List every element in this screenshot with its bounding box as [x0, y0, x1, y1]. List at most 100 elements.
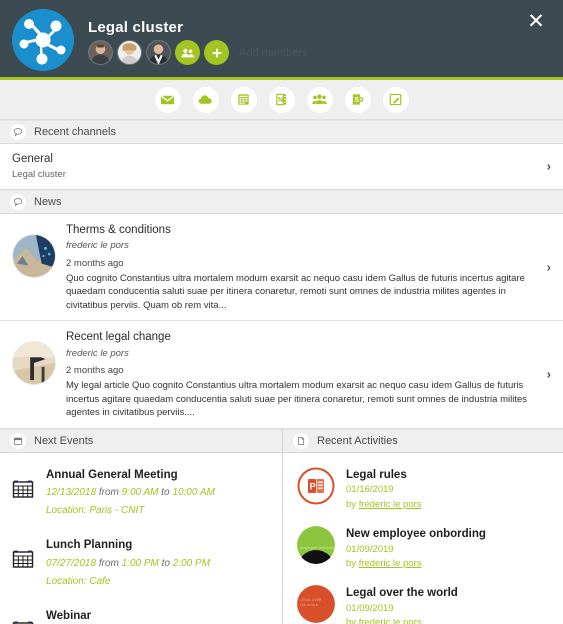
event-start: 9:00 AM — [121, 486, 159, 498]
calendar-icon — [12, 467, 36, 522]
calendar-icon — [12, 537, 36, 592]
view-members-button[interactable] — [175, 40, 200, 65]
calendar-grid-icon[interactable] — [230, 86, 257, 113]
event-time: 12/13/2018 from 9:00 AM to 10:00 AM — [46, 484, 272, 502]
activity-title: New employee onbording — [346, 527, 486, 540]
next-events-list: Annual General Meeting 12/13/2018 from 9… — [0, 452, 282, 624]
news-header: News — [0, 189, 563, 214]
activity-item[interactable]: LEGAL OVER THE WORLD Legal over the world… — [283, 585, 563, 624]
member-avatar-row: Add members — [88, 40, 307, 65]
event-location: Location: Cafe — [46, 576, 111, 588]
member-avatar-1[interactable] — [88, 40, 113, 65]
from-word: from — [98, 557, 119, 569]
section-label: News — [34, 195, 62, 208]
by-word: by — [346, 498, 357, 510]
news-thumbnail — [12, 233, 56, 278]
news-author: frederic le pors — [66, 347, 129, 359]
event-item[interactable]: Annual General Meeting 12/13/2018 from 9… — [0, 467, 282, 538]
calendar-icon — [10, 432, 26, 449]
document-icon — [293, 432, 309, 449]
event-item[interactable]: Webinar 04/10/2018 from 11:00 AM to 10:5… — [0, 608, 282, 624]
recent-activities-list: P Legal rules 01/16/2019 by frederic le … — [283, 452, 563, 624]
activity-date: 01/09/2019 — [346, 543, 394, 555]
news-excerpt: Quo cognito Constantius ultra mortalem m… — [66, 272, 525, 311]
activity-date: 01/09/2019 — [346, 602, 394, 614]
recent-activities-panel: Recent Activities P Legal rules 01/16/20… — [282, 428, 563, 624]
add-member-button[interactable] — [204, 40, 229, 65]
event-title: Webinar — [46, 610, 92, 623]
event-end: 2:00 PM — [172, 557, 211, 569]
next-events-header: Next Events — [0, 428, 282, 453]
recent-channels-header: Recent channels — [0, 120, 563, 144]
to-word: to — [161, 486, 170, 498]
event-start: 1:00 PM — [121, 557, 159, 569]
section-label: Recent Activities — [317, 434, 398, 447]
document-thumbnail-red: LEGAL OVER THE WORLD — [297, 585, 335, 624]
sharepoint-icon[interactable]: S — [344, 86, 371, 113]
activity-item[interactable]: P Legal rules 01/16/2019 by frederic le … — [283, 467, 563, 526]
team-overview-panel: Legal cluster Add members ✕ N S Recent c… — [0, 0, 563, 624]
svg-text:S: S — [354, 97, 359, 104]
channel-title: General — [12, 153, 53, 165]
onenote-icon[interactable]: N — [268, 86, 295, 113]
news-author: frederic le pors — [66, 240, 129, 252]
member-avatar-2[interactable] — [117, 40, 142, 65]
by-word: by — [346, 616, 357, 624]
chevron-right-icon: › — [546, 366, 551, 382]
page-title: Legal cluster — [88, 19, 184, 36]
news-title: Therms & conditions — [66, 223, 171, 236]
app-toolbar: N S — [0, 80, 563, 120]
section-label: Recent channels — [34, 126, 116, 138]
member-avatar-3[interactable] — [146, 40, 171, 65]
activity-item[interactable]: employee onbording New employee onbordin… — [283, 525, 563, 585]
event-end: 10:00 AM — [172, 486, 215, 498]
by-word: by — [346, 557, 357, 569]
document-thumbnail-green: employee onbording — [297, 525, 335, 564]
chat-bubble-icon — [10, 193, 26, 210]
mail-icon[interactable] — [154, 86, 181, 113]
news-thumbnail — [12, 341, 56, 386]
news-timestamp: 2 months ago — [66, 365, 124, 377]
chevron-right-icon: › — [546, 259, 551, 275]
next-events-panel: Next Events Annual General Meeting 12/13… — [0, 428, 282, 624]
activity-author-link[interactable]: frederic le pors — [359, 558, 422, 569]
to-word: to — [161, 557, 170, 569]
cloud-icon[interactable] — [192, 86, 219, 113]
edit-pencil-icon[interactable] — [382, 86, 409, 113]
section-label: Next Events — [34, 434, 94, 447]
svg-text:THE WORLD: THE WORLD — [300, 603, 319, 607]
activity-title: Legal rules — [346, 468, 407, 481]
event-title: Lunch Planning — [46, 539, 133, 552]
news-excerpt: My legal article Quo cognito Constantius… — [66, 380, 528, 419]
event-date: 07/27/2018 — [46, 557, 97, 569]
panel-header: Legal cluster Add members ✕ — [0, 0, 563, 80]
from-word: from — [98, 486, 119, 498]
news-item[interactable]: Therms & conditions frederic le pors 2 m… — [0, 213, 563, 322]
activity-author-link[interactable]: frederic le pors — [359, 499, 422, 510]
activity-title: Legal over the world — [346, 587, 458, 600]
event-date: 12/13/2018 — [46, 486, 97, 498]
recent-activities-header: Recent Activities — [283, 428, 563, 453]
news-title: Recent legal change — [66, 331, 171, 344]
calendar-icon — [12, 608, 36, 624]
event-time: 07/27/2018 from 1:00 PM to 2:00 PM — [46, 555, 272, 573]
svg-text:employee onbording: employee onbording — [300, 545, 335, 550]
add-members-hint: Add members — [239, 46, 308, 59]
svg-text:LEGAL OVER: LEGAL OVER — [300, 598, 322, 602]
news-item[interactable]: Recent legal change frederic le pors 2 m… — [0, 321, 563, 429]
event-item[interactable]: Lunch Planning 07/27/2018 from 1:00 PM t… — [0, 537, 282, 608]
activity-author-line: by frederic le pors — [346, 498, 553, 512]
activity-author-line: by frederic le pors — [346, 616, 553, 624]
people-group-icon[interactable] — [306, 86, 333, 113]
activity-date: 01/16/2019 — [346, 484, 394, 496]
powerpoint-icon: P — [297, 467, 335, 505]
svg-text:N: N — [278, 97, 283, 104]
channel-row-general[interactable]: General Legal cluster › — [0, 144, 563, 190]
activity-author-link[interactable]: frederic le pors — [359, 617, 422, 624]
news-timestamp: 2 months ago — [66, 257, 124, 269]
close-icon[interactable]: ✕ — [523, 8, 549, 34]
chat-bubble-icon — [10, 124, 26, 140]
activity-author-line: by frederic le pors — [346, 557, 553, 571]
event-title: Annual General Meeting — [46, 468, 178, 481]
network-hub-icon — [12, 9, 74, 71]
